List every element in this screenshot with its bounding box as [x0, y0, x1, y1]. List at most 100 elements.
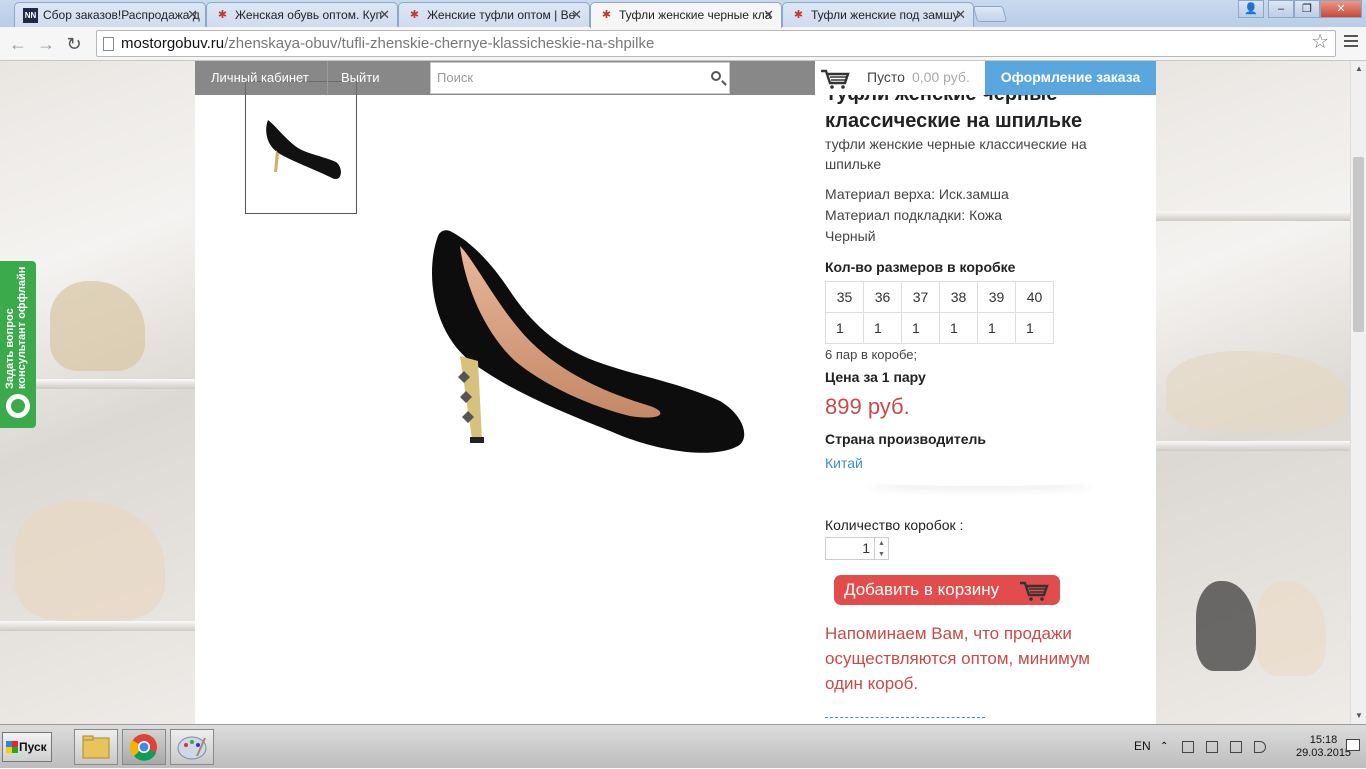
language-indicator[interactable]: EN: [1134, 739, 1151, 753]
flag-icon[interactable]: [1182, 741, 1194, 753]
checkout-button[interactable]: Оформление заказа: [985, 61, 1156, 95]
browser-tab-active[interactable]: ✱ Туфли женские черные кла ✕: [590, 2, 782, 28]
scroll-thumb[interactable]: [1353, 157, 1364, 332]
tab-close-icon[interactable]: ✕: [379, 7, 390, 23]
material-lining: Материал подкладки: Кожа: [825, 207, 1003, 223]
shoe-decoration: [1256, 581, 1326, 676]
cart-status: Пусто: [867, 69, 905, 85]
tray-expand-icon[interactable]: ⌃: [1160, 741, 1172, 753]
chat-icon: [6, 394, 30, 418]
qty-stepper[interactable]: 1 ▲ ▼: [825, 537, 889, 560]
size-cell: 39: [977, 281, 1016, 313]
browser-tab[interactable]: ✱ Туфли женские под замшу ✕: [782, 2, 974, 27]
price-label: Цена за 1 пару: [825, 369, 926, 385]
size-cell: 40: [1015, 281, 1054, 313]
window-close-button[interactable]: ✕: [1320, 0, 1362, 18]
shoe-thumbnail-image: [266, 120, 341, 180]
widget-line-2: консультант оффлайн: [16, 266, 28, 389]
qty-down-icon[interactable]: ▼: [874, 549, 888, 560]
tab-close-icon[interactable]: ✕: [571, 7, 582, 23]
show-desktop-icon[interactable]: [1346, 739, 1360, 751]
tab-title: Туфли женские черные кла: [619, 8, 772, 22]
background-photo-right: [1156, 61, 1350, 724]
widget-text: Задать вопрос консультант оффлайн: [4, 267, 28, 389]
chrome-taskbar-button[interactable]: [122, 729, 166, 765]
qty-value: 1: [862, 540, 870, 556]
network-icon[interactable]: [1206, 741, 1218, 753]
scroll-down-icon[interactable]: ▼: [1351, 708, 1366, 724]
ask-question-widget[interactable]: Задать вопрос консультант оффлайн: [0, 261, 36, 428]
cut-off-link[interactable]: [825, 717, 985, 719]
add-to-cart-button[interactable]: Добавить в корзину: [834, 575, 1060, 605]
shoe-main-image[interactable]: [420, 221, 750, 481]
shelf-decoration: [1156, 441, 1350, 451]
site-favicon-icon: ✱: [409, 9, 420, 21]
wholesale-notice: Напоминаем Вам, что продажи осуществляют…: [825, 624, 1090, 693]
tab-close-icon[interactable]: ✕: [763, 7, 774, 23]
new-tab-button[interactable]: [972, 6, 1008, 22]
counts-row: 1 1 1 1 1 1: [825, 312, 1054, 344]
count-cell: 1: [939, 312, 978, 344]
start-button[interactable]: Пуск: [2, 732, 52, 762]
product-color: Черный: [825, 228, 876, 244]
country-link[interactable]: Китай: [825, 455, 863, 471]
browser-tab[interactable]: NN Сбор заказов!Распродажа д ✕: [14, 2, 206, 27]
paint-palette-icon: [177, 736, 207, 760]
paint-taskbar-button[interactable]: [170, 729, 214, 765]
address-bar[interactable]: mostorgobuv.ru/zhenskaya-obuv/tufli-zhen…: [96, 30, 1336, 57]
shoe-decoration: [1196, 581, 1256, 671]
scroll-up-icon[interactable]: ▲: [1351, 61, 1366, 77]
tab-close-icon[interactable]: ✕: [955, 7, 966, 23]
bookmark-star-icon[interactable]: ☆: [1311, 30, 1329, 55]
user-icon[interactable]: 👤: [1238, 0, 1264, 18]
product-subtitle: туфли женские черные классические на шпи…: [825, 136, 1087, 172]
signal-icon[interactable]: [1230, 741, 1242, 753]
count-cell: 1: [901, 312, 940, 344]
windows-logo-icon: [6, 741, 18, 753]
search-icon[interactable]: [711, 71, 721, 81]
page-scrollbar[interactable]: ▲ ▼: [1350, 61, 1366, 724]
volume-icon[interactable]: [1254, 741, 1266, 753]
browser-tabstrip: NN Сбор заказов!Распродажа д ✕ ✱ Женская…: [0, 0, 1366, 28]
size-cell: 35: [825, 281, 864, 313]
product-thumbnail[interactable]: [245, 81, 357, 214]
tab-title: Женские туфли оптом | Ве: [427, 8, 576, 22]
search-placeholder: Поиск: [437, 70, 474, 85]
qty-up-icon[interactable]: ▲: [874, 538, 888, 549]
count-cell: 1: [825, 312, 864, 344]
sizes-label: Кол-во размеров в коробке: [825, 259, 1016, 275]
explorer-taskbar-button[interactable]: [74, 729, 118, 765]
size-cell: 37: [901, 281, 940, 313]
browser-tab[interactable]: ✱ Женские туфли оптом | Ве ✕: [398, 2, 590, 27]
forward-arrow-icon[interactable]: →: [34, 32, 58, 56]
shelf-decoration: [1156, 211, 1350, 221]
browser-toolbar: ← → ↻ mostorgobuv.ru/zhenskaya-obuv/tufl…: [0, 27, 1366, 61]
maximize-button[interactable]: ❐: [1294, 0, 1320, 18]
country-label: Страна производитель: [825, 431, 986, 447]
minimize-button[interactable]: –: [1268, 0, 1294, 18]
shoe-decoration: [1166, 351, 1346, 431]
account-link[interactable]: Личный кабинет: [211, 61, 309, 95]
os-taskbar: Пуск EN ⌃ 15:18 29.03.2015: [0, 724, 1366, 768]
material-top: Материал верха: Иск.замша: [825, 186, 1009, 202]
url-host: mostorgobuv.ru: [121, 35, 225, 52]
tab-close-icon[interactable]: ✕: [187, 7, 198, 23]
sizes-table: 35 36 37 38 39 40 1 1 1 1 1 1: [825, 281, 1054, 344]
qty-label: Количество коробок :: [825, 517, 964, 533]
shelf-decoration: [0, 621, 195, 631]
browser-tab[interactable]: ✱ Женская обувь оптом. Куп ✕: [206, 2, 398, 27]
reload-icon[interactable]: ↻: [62, 32, 86, 56]
size-cell: 36: [863, 281, 902, 313]
mini-cart[interactable]: Пусто 0,00 руб.: [815, 61, 986, 95]
logout-link[interactable]: Выйти: [341, 61, 380, 95]
site-favicon-icon: ✱: [793, 9, 804, 21]
site-favicon-icon: ✱: [217, 9, 228, 21]
search-input[interactable]: Поиск: [430, 62, 730, 94]
tab-title: Туфли женские под замшу: [811, 8, 959, 22]
site-top-bar: Личный кабинет Выйти Поиск Пусто 0,00 ру…: [195, 61, 1156, 95]
size-cell: 38: [939, 281, 978, 313]
cart-total: 0,00 руб.: [912, 69, 970, 85]
back-arrow-icon[interactable]: ←: [6, 32, 30, 56]
taskbar-clock[interactable]: 15:18 29.03.2015: [1296, 734, 1351, 760]
browser-menu-icon[interactable]: [1344, 35, 1358, 47]
